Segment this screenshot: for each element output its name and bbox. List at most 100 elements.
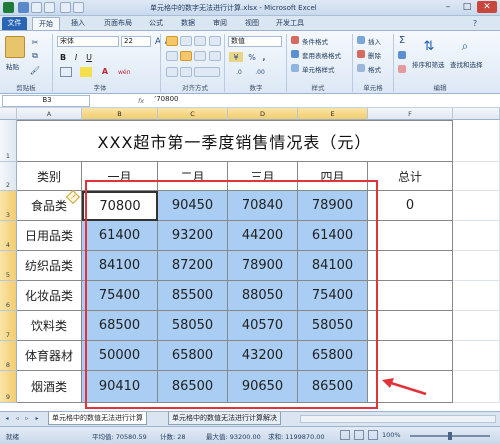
function-icon[interactable]: fx [138, 97, 144, 105]
tab-page-layout[interactable]: 页面布局 [98, 17, 138, 30]
tab-formulas[interactable]: 公式 [142, 17, 170, 30]
paste-button[interactable]: 粘贴 [6, 61, 19, 71]
total-cell[interactable]: 0 [368, 191, 453, 221]
paste-icon[interactable] [5, 36, 25, 58]
find-select-icon[interactable]: ⌕ [456, 36, 474, 56]
row-header[interactable]: 5 [0, 251, 17, 281]
align-top-icon[interactable] [166, 36, 178, 46]
orientation-icon[interactable] [209, 36, 221, 46]
save-icon[interactable] [18, 2, 29, 13]
decrease-indent-icon[interactable] [166, 67, 178, 77]
next-sheet-icon[interactable]: ▹ [22, 413, 32, 424]
help-icon[interactable]: ? [470, 18, 480, 28]
header-total[interactable]: 总计 [368, 162, 453, 191]
delete-button[interactable]: 删除 [368, 50, 381, 60]
cut-icon[interactable]: ✂ [30, 37, 40, 47]
empty-cell[interactable] [453, 251, 500, 281]
normal-view-icon[interactable] [340, 430, 350, 440]
align-bottom-icon[interactable] [194, 36, 206, 46]
wrap-text-icon[interactable] [209, 51, 221, 61]
empty-cell[interactable] [453, 281, 500, 311]
row-header[interactable]: 2 [0, 162, 17, 191]
border-icon[interactable] [60, 67, 72, 77]
tab-data[interactable]: 数据 [174, 17, 202, 30]
tab-home[interactable]: 开始 [32, 17, 60, 30]
category-cell[interactable]: 体育器材 [17, 341, 82, 371]
zoom-level[interactable]: 100% [382, 431, 401, 439]
empty-cell[interactable] [453, 221, 500, 251]
sort-filter-icon[interactable]: ⇅ [420, 36, 438, 56]
tab-insert[interactable]: 插入 [63, 17, 93, 30]
close-button[interactable]: ✕ [477, 1, 497, 13]
quick-access-more-icon[interactable] [73, 2, 84, 13]
underline-button[interactable]: U [84, 52, 94, 62]
maximize-button[interactable]: □ [457, 1, 477, 13]
fill-color-icon[interactable] [80, 67, 92, 77]
sheet-tab[interactable]: 单元格中的数值无法进行计算解决 [168, 412, 281, 425]
total-cell[interactable] [368, 341, 453, 371]
category-cell[interactable]: 纺织品类 [17, 251, 82, 281]
sort-filter-button[interactable]: 排序和筛选 [412, 59, 445, 69]
align-middle-icon[interactable] [180, 36, 192, 46]
total-cell[interactable] [368, 281, 453, 311]
zoom-slider-thumb[interactable] [448, 432, 452, 440]
conditional-format-button[interactable]: 条件格式 [302, 36, 328, 46]
row-header[interactable]: 3 [0, 191, 17, 221]
formula-input[interactable]: ’70800 [152, 95, 500, 107]
row-header[interactable]: 9 [0, 371, 17, 403]
align-center-icon[interactable] [180, 51, 192, 61]
percent-style-button[interactable]: % [247, 52, 257, 62]
page-break-icon[interactable] [368, 430, 378, 440]
format-as-table-button[interactable]: 套用表格格式 [302, 50, 341, 60]
tab-file[interactable]: 文件 [2, 17, 27, 30]
increase-decimal-button[interactable]: .0 [232, 67, 246, 77]
row-header[interactable]: 1 [0, 120, 17, 162]
empty-cell[interactable] [453, 191, 500, 221]
print-preview-icon[interactable] [60, 2, 71, 13]
font-size-select[interactable]: 22 [121, 36, 151, 47]
name-box[interactable]: B3 [2, 95, 90, 107]
format-button[interactable]: 格式 [368, 64, 381, 74]
redo-icon[interactable] [44, 2, 55, 13]
column-header[interactable] [453, 108, 500, 120]
category-cell[interactable]: 烟酒类 [17, 371, 82, 403]
grow-font-icon[interactable]: A [153, 36, 163, 47]
empty-cell[interactable] [453, 341, 500, 371]
tab-developer[interactable]: 开发工具 [270, 17, 310, 30]
column-header[interactable]: A [17, 108, 82, 120]
decrease-decimal-button[interactable]: .00 [252, 67, 268, 77]
find-select-button[interactable]: 查找和选择 [450, 59, 483, 69]
align-left-icon[interactable] [166, 51, 178, 61]
row-header[interactable]: 4 [0, 221, 17, 251]
last-sheet-icon[interactable]: ▸ [32, 413, 42, 424]
merge-center-icon[interactable] [194, 67, 220, 77]
category-cell[interactable]: 化妆品类 [17, 281, 82, 311]
horizontal-scrollbar[interactable] [300, 415, 496, 423]
clear-icon[interactable] [398, 65, 406, 73]
insert-button[interactable]: 插入 [368, 36, 381, 46]
undo-icon[interactable] [31, 2, 42, 13]
total-cell[interactable] [368, 221, 453, 251]
italic-button[interactable]: I [71, 52, 81, 62]
bold-button[interactable]: B [58, 52, 68, 62]
row-header[interactable]: 7 [0, 311, 17, 341]
header-category[interactable]: 类别 [17, 162, 82, 191]
worksheet-grid[interactable]: A B C D E F 1 2 3 4 5 6 7 8 9 XXX超市第一季度销… [0, 108, 500, 411]
comma-style-button[interactable]: , [259, 52, 269, 62]
empty-cell[interactable] [453, 120, 500, 162]
phonetic-icon[interactable]: wén [118, 69, 130, 76]
tab-review[interactable]: 审阅 [206, 17, 234, 30]
autosum-icon[interactable]: Σ [397, 35, 407, 46]
sheet-tab-active[interactable]: 单元格中的数值无法进行计算 [48, 412, 147, 425]
row-header[interactable]: 6 [0, 281, 17, 311]
format-painter-icon[interactable]: 🖌 [30, 65, 40, 75]
row-header[interactable]: 8 [0, 341, 17, 371]
column-header[interactable]: C [158, 108, 228, 120]
empty-cell[interactable] [453, 162, 500, 191]
total-cell[interactable] [368, 311, 453, 341]
column-header[interactable]: D [228, 108, 298, 120]
select-all-corner[interactable] [0, 108, 17, 120]
empty-cell[interactable] [453, 371, 500, 403]
total-cell[interactable] [368, 251, 453, 281]
copy-icon[interactable]: ⧉ [30, 51, 40, 61]
